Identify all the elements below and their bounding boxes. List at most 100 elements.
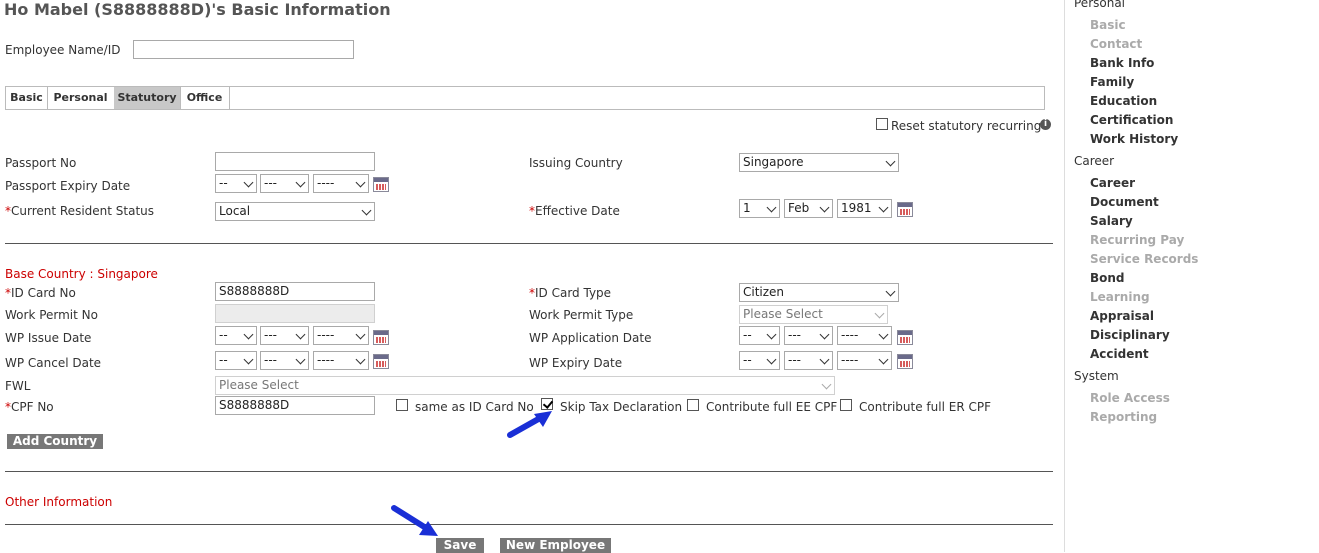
sidebar-item-certification[interactable]: Certification bbox=[1090, 113, 1173, 127]
sidebar-item-recurring-pay[interactable]: Recurring Pay bbox=[1090, 233, 1184, 247]
calendar-icon[interactable] bbox=[897, 354, 913, 369]
effective-date-label-text: Effective Date bbox=[535, 204, 620, 218]
chevron-down-icon bbox=[821, 379, 832, 390]
passport-expiry-year-select[interactable]: ---- bbox=[313, 174, 369, 193]
cpf-no-label: *CPF No bbox=[5, 400, 54, 414]
cpf-no-label-text: CPF No bbox=[11, 400, 54, 414]
sidebar-item-education[interactable]: Education bbox=[1090, 94, 1157, 108]
sidebar-item-learning[interactable]: Learning bbox=[1090, 290, 1150, 304]
select-value: -- bbox=[743, 353, 752, 367]
resident-status-label: *Current Resident Status bbox=[5, 204, 155, 218]
wp-expiry-year-select[interactable]: ---- bbox=[837, 351, 892, 370]
employee-search-input[interactable] bbox=[133, 40, 354, 59]
sidebar-item-career[interactable]: Career bbox=[1090, 176, 1135, 190]
annotation-arrow-icon bbox=[507, 411, 552, 438]
chevron-down-icon bbox=[878, 202, 889, 213]
resident-status-select[interactable]: Local bbox=[215, 202, 375, 221]
calendar-icon[interactable] bbox=[897, 202, 913, 217]
wp-cancel-day-select[interactable]: -- bbox=[215, 351, 257, 370]
id-card-input[interactable]: S8888888D bbox=[215, 282, 375, 301]
sidebar-item-appraisal[interactable]: Appraisal bbox=[1090, 309, 1154, 323]
select-value: --- bbox=[788, 328, 801, 342]
sidebar-item-reporting[interactable]: Reporting bbox=[1090, 410, 1157, 424]
add-country-button[interactable]: Add Country bbox=[7, 434, 103, 449]
chevron-down-icon bbox=[243, 354, 254, 365]
chevron-down-icon bbox=[355, 354, 366, 365]
contribute-full-er-label: Contribute full ER CPF bbox=[859, 400, 991, 414]
select-value: ---- bbox=[317, 328, 335, 342]
select-value: Please Select bbox=[219, 378, 299, 392]
select-value: --- bbox=[264, 176, 277, 190]
chevron-down-icon bbox=[885, 156, 896, 167]
wp-app-month-select[interactable]: --- bbox=[784, 326, 833, 345]
id-card-type-select[interactable]: Citizen bbox=[739, 283, 899, 302]
sidebar-item-contact[interactable]: Contact bbox=[1090, 37, 1142, 51]
tab-personal[interactable]: Personal bbox=[47, 87, 115, 109]
tab-bar: Basic Personal Statutory Office bbox=[5, 86, 1045, 110]
tab-statutory[interactable]: Statutory bbox=[114, 87, 181, 109]
sidebar-item-basic[interactable]: Basic bbox=[1090, 18, 1126, 32]
skip-tax-declaration-label: Skip Tax Declaration bbox=[560, 400, 683, 414]
work-permit-no-input[interactable] bbox=[215, 304, 375, 323]
sidebar-item-bond[interactable]: Bond bbox=[1090, 271, 1125, 285]
select-value: Please Select bbox=[743, 307, 823, 321]
sidebar-item-salary[interactable]: Salary bbox=[1090, 214, 1133, 228]
wp-issue-date-label: WP Issue Date bbox=[5, 331, 92, 345]
select-value: --- bbox=[788, 353, 801, 367]
sidebar-item-role-access[interactable]: Role Access bbox=[1090, 391, 1170, 405]
wp-cancel-year-select[interactable]: ---- bbox=[313, 351, 369, 370]
sidebar-item-service-records[interactable]: Service Records bbox=[1090, 252, 1198, 266]
wp-app-year-select[interactable]: ---- bbox=[837, 326, 892, 345]
passport-expiry-day-select[interactable]: -- bbox=[215, 174, 257, 193]
sidebar-item-bank-info[interactable]: Bank Info bbox=[1090, 56, 1154, 70]
wp-expiry-month-select[interactable]: --- bbox=[784, 351, 833, 370]
sidebar-item-family[interactable]: Family bbox=[1090, 75, 1134, 89]
wp-issue-day-select[interactable]: -- bbox=[215, 326, 257, 345]
wp-application-date-label: WP Application Date bbox=[529, 331, 652, 345]
passport-no-label: Passport No bbox=[5, 156, 77, 170]
sidebar-item-accident[interactable]: Accident bbox=[1090, 347, 1149, 361]
wp-cancel-month-select[interactable]: --- bbox=[260, 351, 309, 370]
chevron-down-icon bbox=[361, 205, 372, 216]
wp-expiry-day-select[interactable]: -- bbox=[739, 351, 780, 370]
reset-statutory-checkbox[interactable] bbox=[876, 118, 888, 130]
fwl-select[interactable]: Please Select bbox=[215, 376, 835, 395]
passport-no-input[interactable] bbox=[215, 152, 375, 171]
id-card-type-label-text: ID Card Type bbox=[535, 286, 612, 300]
sidebar-section-career: Career bbox=[1074, 154, 1115, 168]
work-permit-type-select[interactable]: Please Select bbox=[739, 305, 888, 324]
calendar-icon[interactable] bbox=[373, 330, 389, 345]
tab-basic[interactable]: Basic bbox=[6, 87, 48, 109]
issuing-country-select[interactable]: Singapore bbox=[739, 153, 899, 172]
select-value: ---- bbox=[317, 353, 335, 367]
issuing-country-label: Issuing Country bbox=[529, 156, 623, 170]
select-value: -- bbox=[219, 328, 228, 342]
wp-app-day-select[interactable]: -- bbox=[739, 326, 780, 345]
chevron-down-icon bbox=[295, 177, 306, 188]
effective-day-select[interactable]: 1 bbox=[739, 199, 780, 218]
resident-status-label-text: Current Resident Status bbox=[11, 204, 155, 218]
calendar-icon[interactable] bbox=[897, 330, 913, 345]
contribute-full-ee-checkbox[interactable] bbox=[687, 399, 699, 411]
info-icon[interactable]: i bbox=[1040, 119, 1051, 130]
calendar-icon[interactable] bbox=[373, 177, 389, 192]
select-value: -- bbox=[219, 176, 228, 190]
passport-expiry-month-select[interactable]: --- bbox=[260, 174, 309, 193]
new-employee-button[interactable]: New Employee bbox=[500, 538, 611, 553]
chevron-down-icon bbox=[878, 329, 889, 340]
effective-month-select[interactable]: Feb bbox=[784, 199, 833, 218]
wp-issue-month-select[interactable]: --- bbox=[260, 326, 309, 345]
issuing-country-value: Singapore bbox=[743, 155, 804, 169]
employee-label: Employee Name/ID bbox=[5, 43, 121, 57]
tab-office[interactable]: Office bbox=[180, 87, 230, 109]
effective-year-select[interactable]: 1981 bbox=[837, 199, 892, 218]
passport-expiry-label: Passport Expiry Date bbox=[5, 179, 131, 193]
cpf-no-input[interactable]: S8888888D bbox=[215, 396, 375, 415]
sidebar-item-document[interactable]: Document bbox=[1090, 195, 1159, 209]
contribute-full-er-checkbox[interactable] bbox=[840, 399, 852, 411]
wp-issue-year-select[interactable]: ---- bbox=[313, 326, 369, 345]
calendar-icon[interactable] bbox=[373, 354, 389, 369]
same-as-id-checkbox[interactable] bbox=[396, 399, 408, 411]
sidebar-item-work-history[interactable]: Work History bbox=[1090, 132, 1178, 146]
sidebar-item-disciplinary[interactable]: Disciplinary bbox=[1090, 328, 1170, 342]
